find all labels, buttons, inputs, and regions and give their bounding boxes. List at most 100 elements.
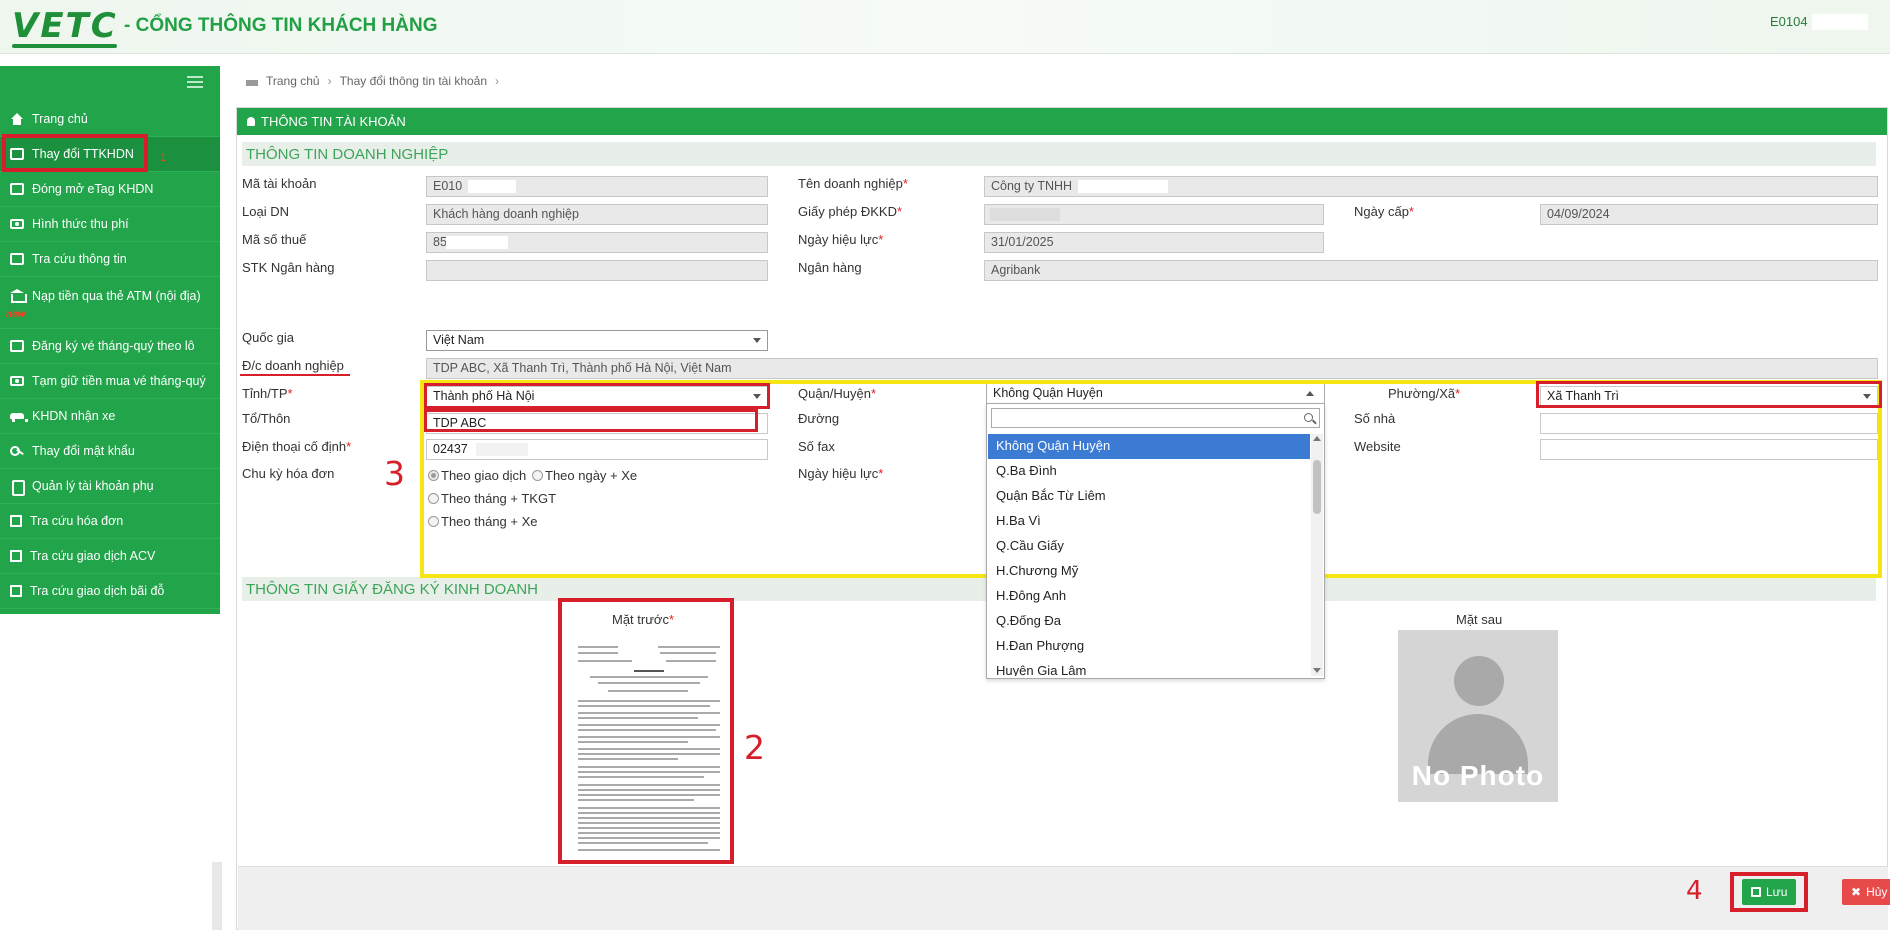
radio-per-transaction[interactable]: Theo giao dịch <box>428 468 526 483</box>
sidebar-item-hold-money[interactable]: Tạm giữ tiền mua vé tháng-quý <box>0 364 220 399</box>
radio-dot <box>428 516 439 527</box>
district-dropdown[interactable]: Không Quận Huyện Q.Ba Đình Quận Bắc Từ L… <box>986 403 1325 679</box>
sidebar-item-etag[interactable]: Đóng mở eTag KHDN <box>0 172 220 207</box>
sidebar-item-label: Trang chủ <box>32 112 88 126</box>
sidebar-item-label: Thay đổi mật khẩu <box>32 444 135 458</box>
cash-icon <box>10 219 24 229</box>
section-title-business: THÔNG TIN DOANH NGHIỆP <box>242 142 1876 166</box>
sidebar-empty-area <box>0 614 220 866</box>
district-option[interactable]: Quận Bắc Từ Liêm <box>988 484 1310 509</box>
address-field: TDP ABC, Xã Thanh Trì, Thành phố Hà Nội,… <box>426 358 1878 379</box>
business-type-field: Khách hàng doanh nghiệp <box>426 204 768 225</box>
search-doc-icon <box>10 253 24 265</box>
label-ward: Phường/Xã* <box>1388 386 1461 401</box>
radio-monthly-account[interactable]: Theo tháng + TKGT <box>428 491 556 506</box>
website-input[interactable] <box>1540 439 1878 460</box>
district-option[interactable]: Huyện Gia Lâm <box>988 659 1310 676</box>
province-select[interactable]: Thành phố Hà Nội <box>426 386 768 407</box>
sidebar-item-home[interactable]: Trang chủ <box>0 102 220 137</box>
redaction-mask <box>1078 180 1168 193</box>
menu-toggle-button[interactable] <box>0 66 220 102</box>
label-account-id: Mã tài khoản <box>242 176 317 191</box>
sidebar-item-invoices[interactable]: Tra cứu hóa đơn <box>0 504 220 539</box>
chevron-down-icon <box>1863 394 1871 399</box>
breadcrumb-home[interactable]: Trang chủ <box>266 74 320 88</box>
label-country: Quốc gia <box>242 330 295 345</box>
label-hamlet: Tổ/Thôn <box>242 411 291 426</box>
bank-field: Agribank <box>984 260 1878 281</box>
chevron-down-icon <box>753 394 761 399</box>
label-province: Tỉnh/TP* <box>242 386 293 401</box>
district-option[interactable]: Q.Cầu Giấy <box>988 534 1310 559</box>
user-id[interactable]: E0104 <box>1770 14 1808 29</box>
label-fax: Số fax <box>798 439 835 454</box>
district-option[interactable]: Q.Đống Đa <box>988 609 1310 634</box>
document-icon <box>10 585 22 597</box>
sidebar-item-parking[interactable]: Tra cứu giao dịch bãi đỗ <box>0 574 220 609</box>
district-option[interactable]: H.Ba Vì <box>988 509 1310 534</box>
breadcrumb-current[interactable]: Thay đổi thông tin tài khoản <box>340 74 487 88</box>
avatar-placeholder-icon <box>1454 656 1504 706</box>
annotation-4: 4 <box>1686 876 1703 906</box>
radio-per-day-vehicle[interactable]: Theo ngày + Xe <box>532 468 637 483</box>
sidebar-item-receive-car[interactable]: KHDN nhận xe <box>0 399 220 434</box>
radio-dot <box>428 493 439 504</box>
house-no-input[interactable] <box>1540 413 1878 434</box>
label-house-no: Số nhà <box>1354 411 1396 426</box>
front-license-image[interactable] <box>568 628 730 859</box>
redaction-mask <box>468 180 516 193</box>
label-effective-date: Ngày hiệu lực* <box>798 232 884 247</box>
district-option[interactable]: H.Đan Phượng <box>988 634 1310 659</box>
sidebar-item-sub-accounts[interactable]: Quản lý tài khoản phụ <box>0 469 220 504</box>
sidebar-item-change-info[interactable]: Thay đổi TTKHDN <box>0 137 220 172</box>
country-select[interactable]: Việt Nam <box>426 330 768 351</box>
sidebar: Trang chủ Thay đổi TTKHDN Đóng mở eTag K… <box>0 66 220 614</box>
save-button[interactable]: Lưu <box>1742 879 1797 905</box>
front-photo-label: Mặt trước* <box>612 612 675 627</box>
radio-dot <box>532 470 543 481</box>
chevron-down-icon <box>753 338 761 343</box>
back-license-image[interactable]: No Photo <box>1398 630 1558 802</box>
dropdown-scrollbar[interactable] <box>1311 434 1323 676</box>
district-option[interactable]: H.Đông Anh <box>988 584 1310 609</box>
cash-icon <box>10 376 24 386</box>
sidebar-item-atm-topup[interactable]: Nạp tiền qua thẻ ATM (nội địa) new <box>0 277 220 329</box>
label-district: Quận/Huyện* <box>798 386 877 401</box>
scroll-thumb[interactable] <box>1313 460 1321 514</box>
no-photo-text: No Photo <box>1411 760 1545 791</box>
cancel-button[interactable]: ✖ Hủy <box>1842 879 1890 905</box>
hamlet-input[interactable]: TDP ABC <box>426 413 768 434</box>
redaction-mask <box>476 443 528 456</box>
phone-icon <box>10 480 25 496</box>
sidebar-item-acv[interactable]: Tra cứu giao dịch ACV <box>0 539 220 574</box>
user-icon <box>247 117 255 126</box>
vetc-logo[interactable]: VETC <box>12 6 118 48</box>
radio-dot <box>428 470 439 481</box>
sidebar-item-change-password[interactable]: Thay đổi mật khẩu <box>0 434 220 469</box>
list-icon <box>10 148 24 160</box>
sidebar-item-label: Tạm giữ tiền mua vé tháng-quý <box>32 374 206 388</box>
top-bar: VETC - CỔNG THÔNG TIN KHÁCH HÀNG E0104 <box>0 0 1890 54</box>
sidebar-item-fee-method[interactable]: Hình thức thu phí <box>0 207 220 242</box>
car-icon <box>10 410 28 422</box>
district-option[interactable]: Không Quận Huyện <box>988 434 1310 459</box>
district-options-list: Không Quận Huyện Q.Ba Đình Quận Bắc Từ L… <box>988 434 1310 676</box>
district-select[interactable]: Không Quận Huyện <box>986 383 1325 404</box>
document-icon <box>10 515 22 527</box>
form-footer <box>238 866 1888 930</box>
ward-select[interactable]: Xã Thanh Trì <box>1540 386 1878 407</box>
home-icon <box>10 113 24 125</box>
sidebar-item-label: Quản lý tài khoản phụ <box>32 479 154 493</box>
sidebar-item-monthly-ticket[interactable]: Đăng ký vé tháng-quý theo lô <box>0 329 220 364</box>
floppy-disk-icon <box>1751 887 1761 897</box>
district-option[interactable]: Q.Ba Đình <box>988 459 1310 484</box>
label-billing-cycle: Chu kỳ hóa đơn <box>242 466 335 481</box>
sidebar-item-lookup[interactable]: Tra cứu thông tin <box>0 242 220 277</box>
scroll-up-icon <box>1313 436 1321 441</box>
label-business-license: Giấy phép ĐKKD* <box>798 204 903 219</box>
district-search-input[interactable] <box>991 408 1320 428</box>
sidebar-item-label: Tra cứu giao dịch ACV <box>30 549 156 563</box>
label-bank: Ngân hàng <box>798 260 862 275</box>
district-option[interactable]: H.Chương Mỹ <box>988 559 1310 584</box>
radio-monthly-vehicle[interactable]: Theo tháng + Xe <box>428 514 538 529</box>
